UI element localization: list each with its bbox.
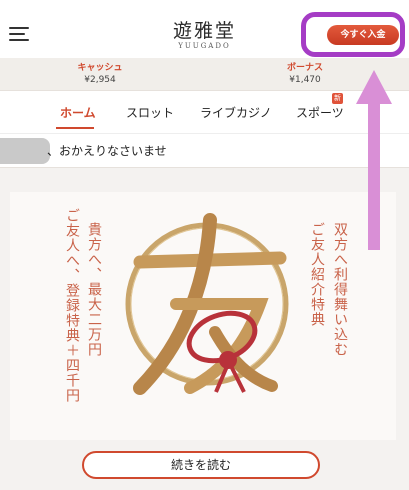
- main-nav: ホーム スロット ライブカジノ スポーツ: [0, 91, 409, 133]
- arrow-up-annotation: [356, 70, 392, 250]
- active-tab-indicator: [56, 127, 94, 129]
- bonus-value: ¥1,470: [289, 75, 321, 85]
- deposit-highlight-box: [301, 12, 405, 57]
- tab-slots[interactable]: スロット: [126, 104, 174, 121]
- top-header: 遊雅堂 YUUGADO 今すぐ入金: [0, 0, 409, 58]
- tab-home[interactable]: ホーム: [60, 104, 96, 121]
- banner-offer-friend: ご友人へ、登録特典＋四千円: [64, 208, 80, 403]
- referral-banner[interactable]: 双方へ利得舞い込む ご友人紹介特典 貴方へ、最大二万円 ご友人へ、登録特典＋四千…: [10, 192, 396, 440]
- tab-sports[interactable]: スポーツ: [296, 104, 344, 121]
- banner-offer-you: 貴方へ、最大二万円: [86, 222, 102, 357]
- balance-bar: キャッシュ ¥2,954 ボーナス ¥1,470: [0, 58, 409, 91]
- cash-balance: キャッシュ ¥2,954: [40, 60, 160, 85]
- banner-headline: 双方へ利得舞い込む: [332, 222, 348, 357]
- username-redacted: [0, 138, 50, 164]
- cash-label: キャッシュ: [77, 63, 123, 73]
- banner-title: ご友人紹介特典: [309, 222, 325, 327]
- cash-value: ¥2,954: [84, 75, 116, 85]
- bonus-label: ボーナス: [286, 63, 323, 73]
- tab-live-casino[interactable]: ライブカジノ: [200, 104, 272, 121]
- welcome-bar: 、おかえりなさいませ: [0, 133, 409, 168]
- bonus-balance: ボーナス ¥1,470: [245, 60, 365, 85]
- new-badge: 新: [332, 93, 343, 104]
- welcome-text: 、おかえりなさいませ: [47, 144, 167, 158]
- read-more-button[interactable]: 続きを読む: [82, 451, 320, 479]
